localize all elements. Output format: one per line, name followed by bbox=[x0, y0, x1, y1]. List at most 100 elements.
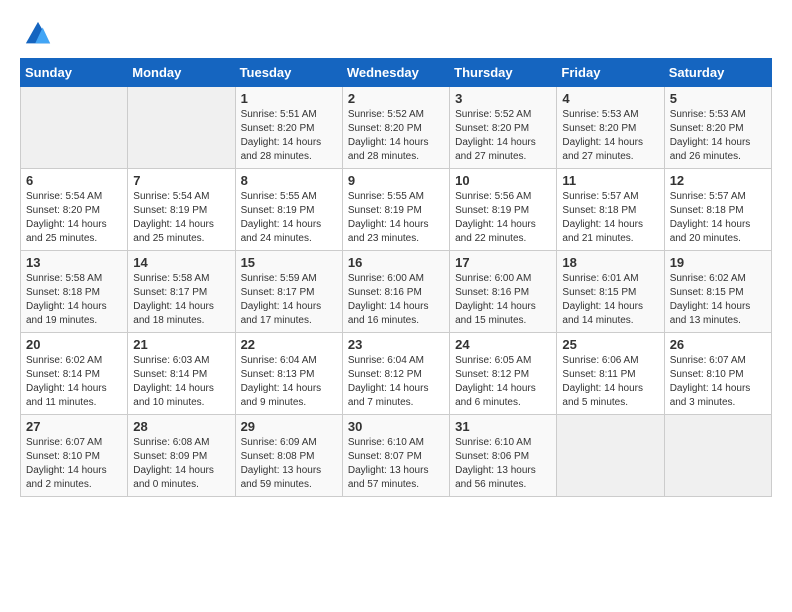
day-number: 24 bbox=[455, 337, 551, 352]
day-info: Sunrise: 5:55 AM Sunset: 8:19 PM Dayligh… bbox=[241, 190, 337, 246]
day-number: 28 bbox=[133, 419, 229, 434]
day-number: 4 bbox=[562, 91, 658, 106]
day-info: Sunrise: 6:04 AM Sunset: 8:12 PM Dayligh… bbox=[348, 354, 444, 410]
calendar-cell bbox=[21, 87, 128, 169]
calendar-cell: 1Sunrise: 5:51 AM Sunset: 8:20 PM Daylig… bbox=[235, 87, 342, 169]
day-info: Sunrise: 6:01 AM Sunset: 8:15 PM Dayligh… bbox=[562, 272, 658, 328]
day-info: Sunrise: 5:59 AM Sunset: 8:17 PM Dayligh… bbox=[241, 272, 337, 328]
day-info: Sunrise: 5:52 AM Sunset: 8:20 PM Dayligh… bbox=[455, 108, 551, 164]
calendar-cell: 18 Sunrise: 6:01 AM Sunset: 8:15 PM Dayli… bbox=[557, 251, 664, 333]
calendar-cell: 12 Sunrise: 5:57 AM Sunset: 8:18 PM Dayli… bbox=[664, 169, 771, 251]
calendar-cell: 5Sunrise: 5:53 AM Sunset: 8:20 PM Daylig… bbox=[664, 87, 771, 169]
day-info: Sunrise: 6:06 AM Sunset: 8:11 PM Dayligh… bbox=[562, 354, 658, 410]
day-info: Sunrise: 5:58 AM Sunset: 8:18 PM Dayligh… bbox=[26, 272, 122, 328]
calendar-cell bbox=[128, 87, 235, 169]
day-number: 3 bbox=[455, 91, 551, 106]
day-number: 17 bbox=[455, 255, 551, 270]
day-info: Sunrise: 5:54 AM Sunset: 8:19 PM Dayligh… bbox=[133, 190, 229, 246]
weekday-header: Friday bbox=[557, 59, 664, 87]
day-info: Sunrise: 5:55 AM Sunset: 8:19 PM Dayligh… bbox=[348, 190, 444, 246]
day-number: 30 bbox=[348, 419, 444, 434]
day-number: 5 bbox=[670, 91, 766, 106]
weekday-header: Tuesday bbox=[235, 59, 342, 87]
calendar-cell: 17 Sunrise: 6:00 AM Sunset: 8:16 PM Dayli… bbox=[450, 251, 557, 333]
day-number: 8 bbox=[241, 173, 337, 188]
day-number: 12 bbox=[670, 173, 766, 188]
day-info: Sunrise: 6:10 AM Sunset: 8:06 PM Dayligh… bbox=[455, 436, 551, 492]
calendar: SundayMondayTuesdayWednesdayThursdayFrid… bbox=[20, 58, 772, 497]
day-info: Sunrise: 6:02 AM Sunset: 8:14 PM Dayligh… bbox=[26, 354, 122, 410]
day-info: Sunrise: 6:07 AM Sunset: 8:10 PM Dayligh… bbox=[670, 354, 766, 410]
day-number: 22 bbox=[241, 337, 337, 352]
day-number: 11 bbox=[562, 173, 658, 188]
calendar-cell: 7Sunrise: 5:54 AM Sunset: 8:19 PM Daylig… bbox=[128, 169, 235, 251]
calendar-cell: 16 Sunrise: 6:00 AM Sunset: 8:16 PM Dayli… bbox=[342, 251, 449, 333]
day-info: Sunrise: 6:08 AM Sunset: 8:09 PM Dayligh… bbox=[133, 436, 229, 492]
calendar-week-row: 27Sunrise: 6:07 AM Sunset: 8:10 PM Dayli… bbox=[21, 415, 772, 497]
day-number: 23 bbox=[348, 337, 444, 352]
calendar-cell: 8 Sunrise: 5:55 AM Sunset: 8:19 PM Daylig… bbox=[235, 169, 342, 251]
day-number: 15 bbox=[241, 255, 337, 270]
calendar-cell: 29Sunrise: 6:09 AM Sunset: 8:08 PM Dayli… bbox=[235, 415, 342, 497]
day-number: 20 bbox=[26, 337, 122, 352]
day-number: 2 bbox=[348, 91, 444, 106]
calendar-cell: 24 Sunrise: 6:05 AM Sunset: 8:12 PM Dayli… bbox=[450, 333, 557, 415]
calendar-cell: 25 Sunrise: 6:06 AM Sunset: 8:11 PM Dayli… bbox=[557, 333, 664, 415]
day-info: Sunrise: 6:09 AM Sunset: 8:08 PM Dayligh… bbox=[241, 436, 337, 492]
day-info: Sunrise: 5:56 AM Sunset: 8:19 PM Dayligh… bbox=[455, 190, 551, 246]
day-info: Sunrise: 5:53 AM Sunset: 8:20 PM Dayligh… bbox=[562, 108, 658, 164]
day-info: Sunrise: 6:04 AM Sunset: 8:13 PM Dayligh… bbox=[241, 354, 337, 410]
day-number: 18 bbox=[562, 255, 658, 270]
day-info: Sunrise: 5:57 AM Sunset: 8:18 PM Dayligh… bbox=[562, 190, 658, 246]
calendar-cell: 31 Sunrise: 6:10 AM Sunset: 8:06 PM Dayli… bbox=[450, 415, 557, 497]
calendar-week-row: 1Sunrise: 5:51 AM Sunset: 8:20 PM Daylig… bbox=[21, 87, 772, 169]
weekday-header: Sunday bbox=[21, 59, 128, 87]
calendar-cell: 19 Sunrise: 6:02 AM Sunset: 8:15 PM Dayli… bbox=[664, 251, 771, 333]
day-info: Sunrise: 5:58 AM Sunset: 8:17 PM Dayligh… bbox=[133, 272, 229, 328]
day-info: Sunrise: 6:05 AM Sunset: 8:12 PM Dayligh… bbox=[455, 354, 551, 410]
day-number: 14 bbox=[133, 255, 229, 270]
weekday-header: Monday bbox=[128, 59, 235, 87]
logo-icon bbox=[24, 20, 52, 48]
calendar-cell: 28 Sunrise: 6:08 AM Sunset: 8:09 PM Dayli… bbox=[128, 415, 235, 497]
calendar-cell: 14 Sunrise: 5:58 AM Sunset: 8:17 PM Dayli… bbox=[128, 251, 235, 333]
calendar-cell: 9 Sunrise: 5:55 AM Sunset: 8:19 PM Daylig… bbox=[342, 169, 449, 251]
day-number: 26 bbox=[670, 337, 766, 352]
calendar-cell bbox=[557, 415, 664, 497]
day-number: 13 bbox=[26, 255, 122, 270]
calendar-cell: 10 Sunrise: 5:56 AM Sunset: 8:19 PM Dayli… bbox=[450, 169, 557, 251]
calendar-header-row: SundayMondayTuesdayWednesdayThursdayFrid… bbox=[21, 59, 772, 87]
calendar-cell bbox=[664, 415, 771, 497]
day-info: Sunrise: 5:54 AM Sunset: 8:20 PM Dayligh… bbox=[26, 190, 122, 246]
day-info: Sunrise: 5:57 AM Sunset: 8:18 PM Dayligh… bbox=[670, 190, 766, 246]
calendar-cell: 23 Sunrise: 6:04 AM Sunset: 8:12 PM Dayli… bbox=[342, 333, 449, 415]
weekday-header: Wednesday bbox=[342, 59, 449, 87]
calendar-cell: 3 Sunrise: 5:52 AM Sunset: 8:20 PM Daylig… bbox=[450, 87, 557, 169]
calendar-cell: 6 Sunrise: 5:54 AM Sunset: 8:20 PM Daylig… bbox=[21, 169, 128, 251]
day-info: Sunrise: 6:10 AM Sunset: 8:07 PM Dayligh… bbox=[348, 436, 444, 492]
day-number: 10 bbox=[455, 173, 551, 188]
day-number: 21 bbox=[133, 337, 229, 352]
calendar-cell: 4 Sunrise: 5:53 AM Sunset: 8:20 PM Daylig… bbox=[557, 87, 664, 169]
calendar-cell: 26 Sunrise: 6:07 AM Sunset: 8:10 PM Dayli… bbox=[664, 333, 771, 415]
day-info: Sunrise: 6:00 AM Sunset: 8:16 PM Dayligh… bbox=[455, 272, 551, 328]
day-info: Sunrise: 6:02 AM Sunset: 8:15 PM Dayligh… bbox=[670, 272, 766, 328]
day-info: Sunrise: 5:52 AM Sunset: 8:20 PM Dayligh… bbox=[348, 108, 444, 164]
calendar-week-row: 20 Sunrise: 6:02 AM Sunset: 8:14 PM Dayli… bbox=[21, 333, 772, 415]
day-number: 16 bbox=[348, 255, 444, 270]
day-info: Sunrise: 6:00 AM Sunset: 8:16 PM Dayligh… bbox=[348, 272, 444, 328]
day-number: 31 bbox=[455, 419, 551, 434]
calendar-cell: 2 Sunrise: 5:52 AM Sunset: 8:20 PM Daylig… bbox=[342, 87, 449, 169]
day-number: 19 bbox=[670, 255, 766, 270]
calendar-cell: 30 Sunrise: 6:10 AM Sunset: 8:07 PM Dayli… bbox=[342, 415, 449, 497]
header bbox=[20, 20, 772, 48]
day-number: 6 bbox=[26, 173, 122, 188]
day-number: 25 bbox=[562, 337, 658, 352]
day-number: 9 bbox=[348, 173, 444, 188]
weekday-header: Saturday bbox=[664, 59, 771, 87]
day-number: 27 bbox=[26, 419, 122, 434]
calendar-cell: 15 Sunrise: 5:59 AM Sunset: 8:17 PM Dayli… bbox=[235, 251, 342, 333]
logo bbox=[20, 20, 52, 48]
calendar-cell: 21Sunrise: 6:03 AM Sunset: 8:14 PM Dayli… bbox=[128, 333, 235, 415]
calendar-cell: 27Sunrise: 6:07 AM Sunset: 8:10 PM Dayli… bbox=[21, 415, 128, 497]
